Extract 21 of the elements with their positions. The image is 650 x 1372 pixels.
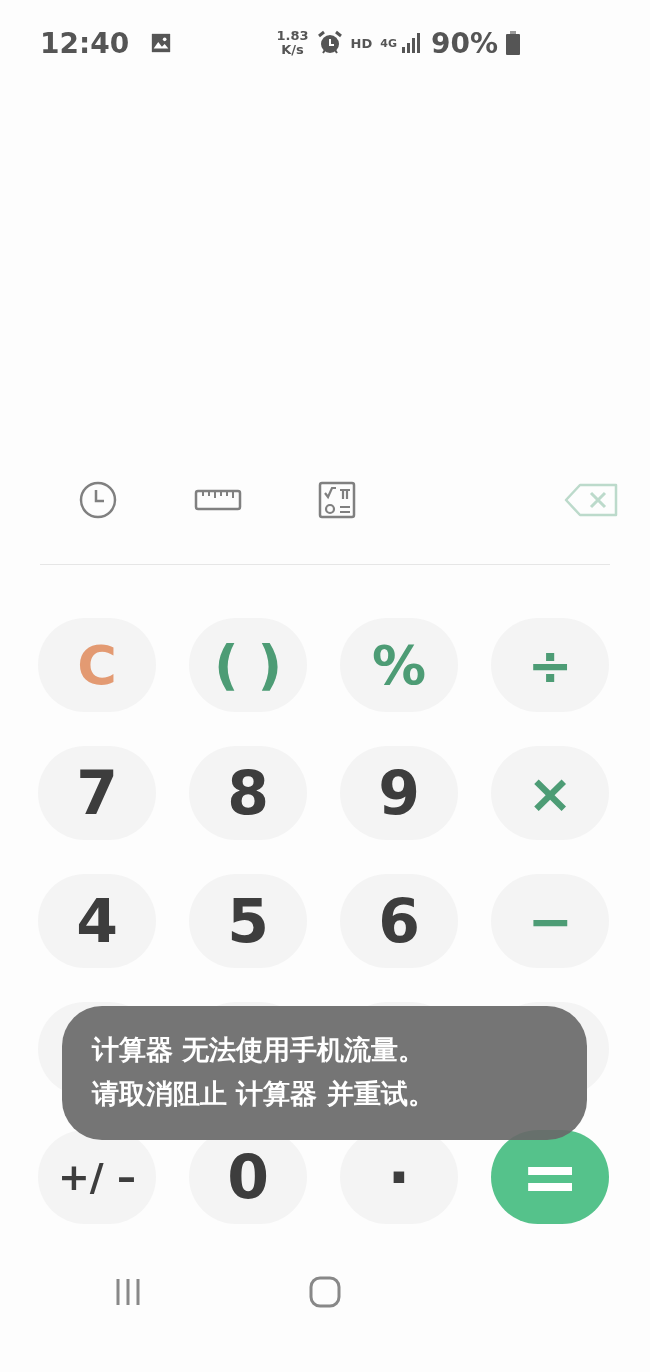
toast-text: 请取消阻止 计算器 并重试。 <box>92 1077 435 1111</box>
calculator-key[interactable]: 5 <box>189 874 307 968</box>
network-type: 4G <box>380 36 397 50</box>
home-icon[interactable] <box>309 1276 341 1308</box>
calculator-key[interactable]: +/ – <box>38 1130 156 1224</box>
battery-icon <box>506 31 520 55</box>
history-clock-icon[interactable] <box>78 480 118 520</box>
status-time: 12:40 <box>40 26 130 60</box>
calculator-key[interactable]: 6 <box>340 874 458 968</box>
calculator-key[interactable]: 9 <box>340 746 458 840</box>
battery-percent: 90% <box>430 26 498 60</box>
scientific-functions-icon[interactable] <box>318 481 356 519</box>
ruler-icon[interactable] <box>194 488 242 512</box>
calculator-key[interactable]: 7 <box>38 746 156 840</box>
toast-text: 计算器 无法使用手机流量。 <box>92 1033 426 1067</box>
calculator-key[interactable]: 8 <box>189 746 307 840</box>
network-label: HD <box>350 35 373 51</box>
calculator-key[interactable]: 4 <box>38 874 156 968</box>
network-speed: 1.83 K/s <box>276 29 309 57</box>
alarm-icon <box>316 30 343 56</box>
signal-icon <box>400 33 423 53</box>
